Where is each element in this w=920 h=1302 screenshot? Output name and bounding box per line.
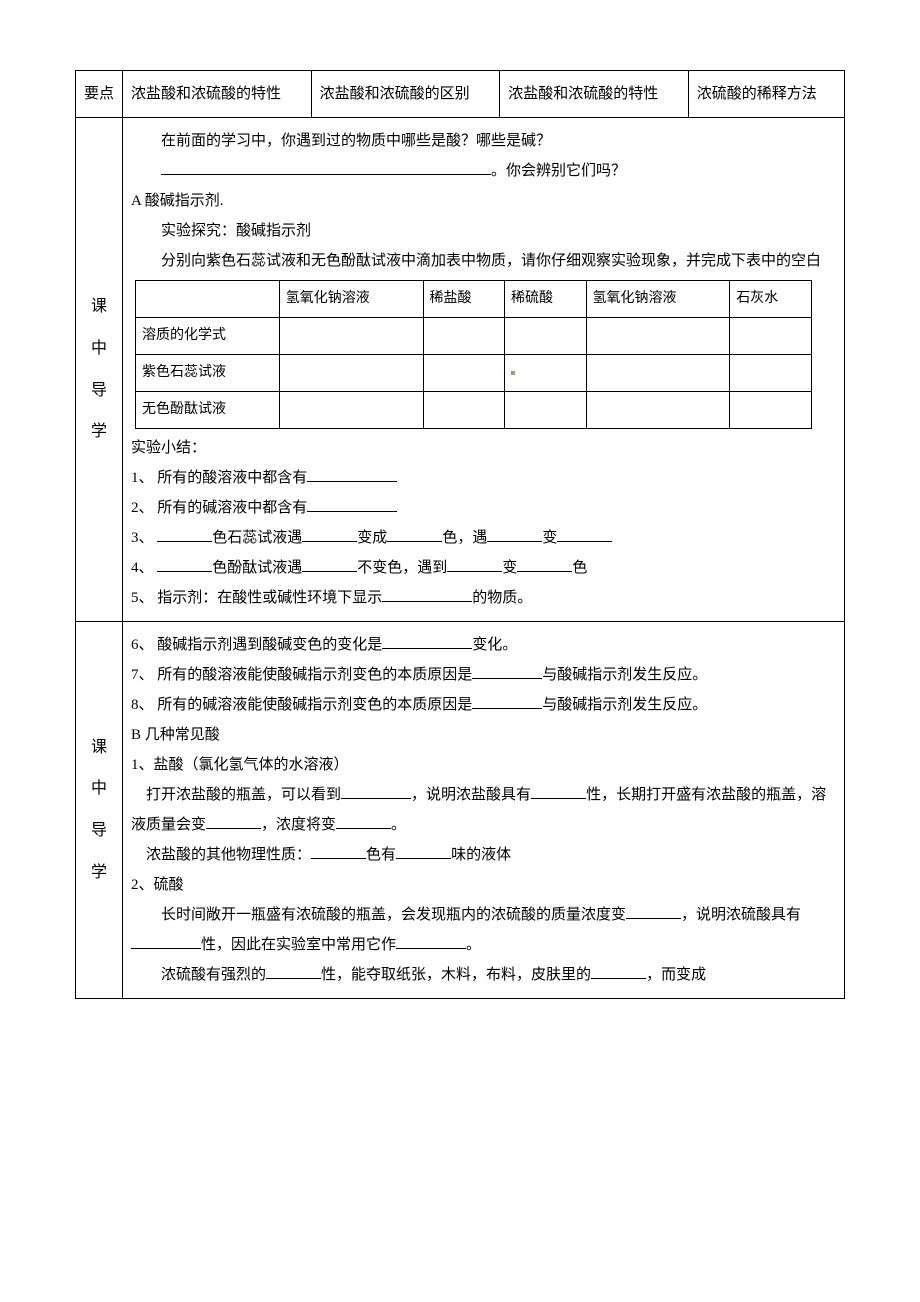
fill-blank[interactable] (341, 783, 411, 799)
item-1-line1: 打开浓盐酸的瓶盖，可以看到，说明浓盐酸具有性，长期打开盛有浓盐酸的瓶盖，溶液质量… (131, 780, 836, 840)
summary-1: 1、 所有的酸溶液中都含有 (131, 463, 836, 493)
header-row: 要点 浓盐酸和浓硫酸的特性 浓盐酸和浓硫酸的区别 浓盐酸和浓硫酸的特性 浓硫酸的… (76, 71, 845, 118)
intro-question: 在前面的学习中，你遇到过的物质中哪些是酸？哪些是碱？ (131, 126, 836, 156)
cell-blank[interactable] (730, 318, 812, 355)
dot-mark (511, 371, 515, 375)
row-label-1: 溶质的化学式 (136, 318, 280, 355)
fill-blank[interactable] (336, 813, 391, 829)
cell-blank[interactable] (423, 318, 505, 355)
fill-blank[interactable] (387, 526, 442, 542)
fill-blank[interactable] (131, 933, 201, 949)
th-blank (136, 281, 280, 318)
fill-blank[interactable] (157, 556, 212, 572)
table-header-row: 氢氧化钠溶液 稀盐酸 稀硫酸 氢氧化钠溶液 石灰水 (136, 281, 812, 318)
cell-blank[interactable] (586, 392, 730, 429)
th-5: 石灰水 (730, 281, 812, 318)
table-row: 紫色石蕊试液 (136, 355, 812, 392)
cell-blank[interactable] (423, 392, 505, 429)
row-label-3: 无色酚酞试液 (136, 392, 280, 429)
content-cell-1: 在前面的学习中，你遇到过的物质中哪些是酸？哪些是碱？ 。你会辨别它们吗？ A 酸… (123, 118, 845, 622)
summary-title: 实验小结： (131, 433, 836, 463)
fill-blank[interactable] (396, 843, 451, 859)
fill-blank[interactable] (302, 526, 357, 542)
content-row-1: 课中导学 在前面的学习中，你遇到过的物质中哪些是酸？哪些是碱？ 。你会辨别它们吗… (76, 118, 845, 622)
section-A-title: A 酸碱指示剂. (131, 186, 836, 216)
cell-blank[interactable] (505, 318, 587, 355)
th-2: 稀盐酸 (423, 281, 505, 318)
fill-blank[interactable] (591, 963, 646, 979)
item-2-line1: 长时间敞开一瓶盛有浓硫酸的瓶盖，会发现瓶内的浓硫酸的质量浓度变，说明浓硫酸具有性… (131, 900, 836, 960)
page-container: 要点 浓盐酸和浓硫酸的特性 浓盐酸和浓硫酸的区别 浓盐酸和浓硫酸的特性 浓硫酸的… (0, 0, 920, 1039)
summary-8: 8、 所有的碱溶液能使酸碱指示剂变色的本质原因是与酸碱指示剂发生反应。 (131, 690, 836, 720)
fill-blank[interactable] (447, 556, 502, 572)
item-1-line2: 浓盐酸的其他物理性质：色有味的液体 (131, 840, 836, 870)
fill-blank[interactable] (531, 783, 586, 799)
header-col-1: 浓盐酸和浓硫酸的特性 (123, 71, 312, 118)
fill-blank[interactable] (311, 843, 366, 859)
cell-blank[interactable] (279, 355, 423, 392)
table-row: 溶质的化学式 (136, 318, 812, 355)
content-cell-2: 6、 酸碱指示剂遇到酸碱变色的变化是变化。 7、 所有的酸溶液能使酸碱指示剂变色… (123, 622, 845, 999)
fill-blank[interactable] (307, 466, 397, 482)
summary-4: 4、 色酚酞试液遇不变色，遇到变色 (131, 553, 836, 583)
side-label-2: 课中导学 (76, 622, 123, 999)
cell-blank[interactable] (423, 355, 505, 392)
content-row-2: 课中导学 6、 酸碱指示剂遇到酸碱变色的变化是变化。 7、 所有的酸溶液能使酸碱… (76, 622, 845, 999)
header-label: 要点 (76, 71, 123, 118)
side-label-1: 课中导学 (76, 118, 123, 622)
cell-blank[interactable] (730, 355, 812, 392)
cell-blank[interactable] (586, 318, 730, 355)
cell-blank[interactable] (279, 392, 423, 429)
fill-blank[interactable] (302, 556, 357, 572)
summary-5: 5、 指示剂：在酸性或碱性环境下显示的物质。 (131, 583, 836, 613)
cell-blank[interactable] (505, 355, 587, 392)
fill-blank[interactable] (382, 586, 472, 602)
fill-blank[interactable] (472, 693, 542, 709)
header-col-3: 浓盐酸和浓硫酸的特性 (500, 71, 689, 118)
fill-blank[interactable] (157, 526, 212, 542)
item-2-title: 2、硫酸 (131, 870, 836, 900)
header-col-2: 浓盐酸和浓硫酸的区别 (311, 71, 500, 118)
section-B-title: B 几种常见酸 (131, 720, 836, 750)
th-3: 稀硫酸 (505, 281, 587, 318)
summary-3: 3、 色石蕊试液遇变成色，遇变 (131, 523, 836, 553)
summary-6: 6、 酸碱指示剂遇到酸碱变色的变化是变化。 (131, 630, 836, 660)
fill-blank[interactable] (487, 526, 542, 542)
cell-blank[interactable] (586, 355, 730, 392)
fill-blank[interactable] (206, 813, 261, 829)
main-table: 要点 浓盐酸和浓硫酸的特性 浓盐酸和浓硫酸的区别 浓盐酸和浓硫酸的特性 浓硫酸的… (75, 70, 845, 999)
summary-7: 7、 所有的酸溶液能使酸碱指示剂变色的本质原因是与酸碱指示剂发生反应。 (131, 660, 836, 690)
experiment-title: 实验探究：酸碱指示剂 (131, 216, 836, 246)
indicator-table: 氢氧化钠溶液 稀盐酸 稀硫酸 氢氧化钠溶液 石灰水 溶质的化学式 (135, 280, 812, 429)
fill-blank[interactable] (161, 159, 491, 175)
table-row: 无色酚酞试液 (136, 392, 812, 429)
fill-blank[interactable] (396, 933, 466, 949)
summary-2: 2、 所有的碱溶液中都含有 (131, 493, 836, 523)
fill-blank[interactable] (557, 526, 612, 542)
th-1: 氢氧化钠溶液 (279, 281, 423, 318)
fill-blank[interactable] (472, 663, 542, 679)
cell-blank[interactable] (279, 318, 423, 355)
experiment-desc: 分别向紫色石蕊试液和无色酚酞试液中滴加表中物质，请你仔细观察实验现象，并完成下表… (131, 246, 836, 276)
fill-blank[interactable] (307, 496, 397, 512)
item-1-title: 1、盐酸（氯化氢气体的水溶液） (131, 750, 836, 780)
intro-blank-line: 。你会辨别它们吗？ (131, 156, 836, 186)
fill-blank[interactable] (382, 633, 472, 649)
th-4: 氢氧化钠溶液 (586, 281, 730, 318)
fill-blank[interactable] (626, 903, 681, 919)
item-2-line2: 浓硫酸有强烈的性，能夺取纸张，木料，布料，皮肤里的，而变成 (131, 960, 836, 990)
fill-blank[interactable] (266, 963, 321, 979)
row-label-2: 紫色石蕊试液 (136, 355, 280, 392)
fill-blank[interactable] (517, 556, 572, 572)
cell-blank[interactable] (505, 392, 587, 429)
header-col-4: 浓硫酸的稀释方法 (688, 71, 844, 118)
cell-blank[interactable] (730, 392, 812, 429)
